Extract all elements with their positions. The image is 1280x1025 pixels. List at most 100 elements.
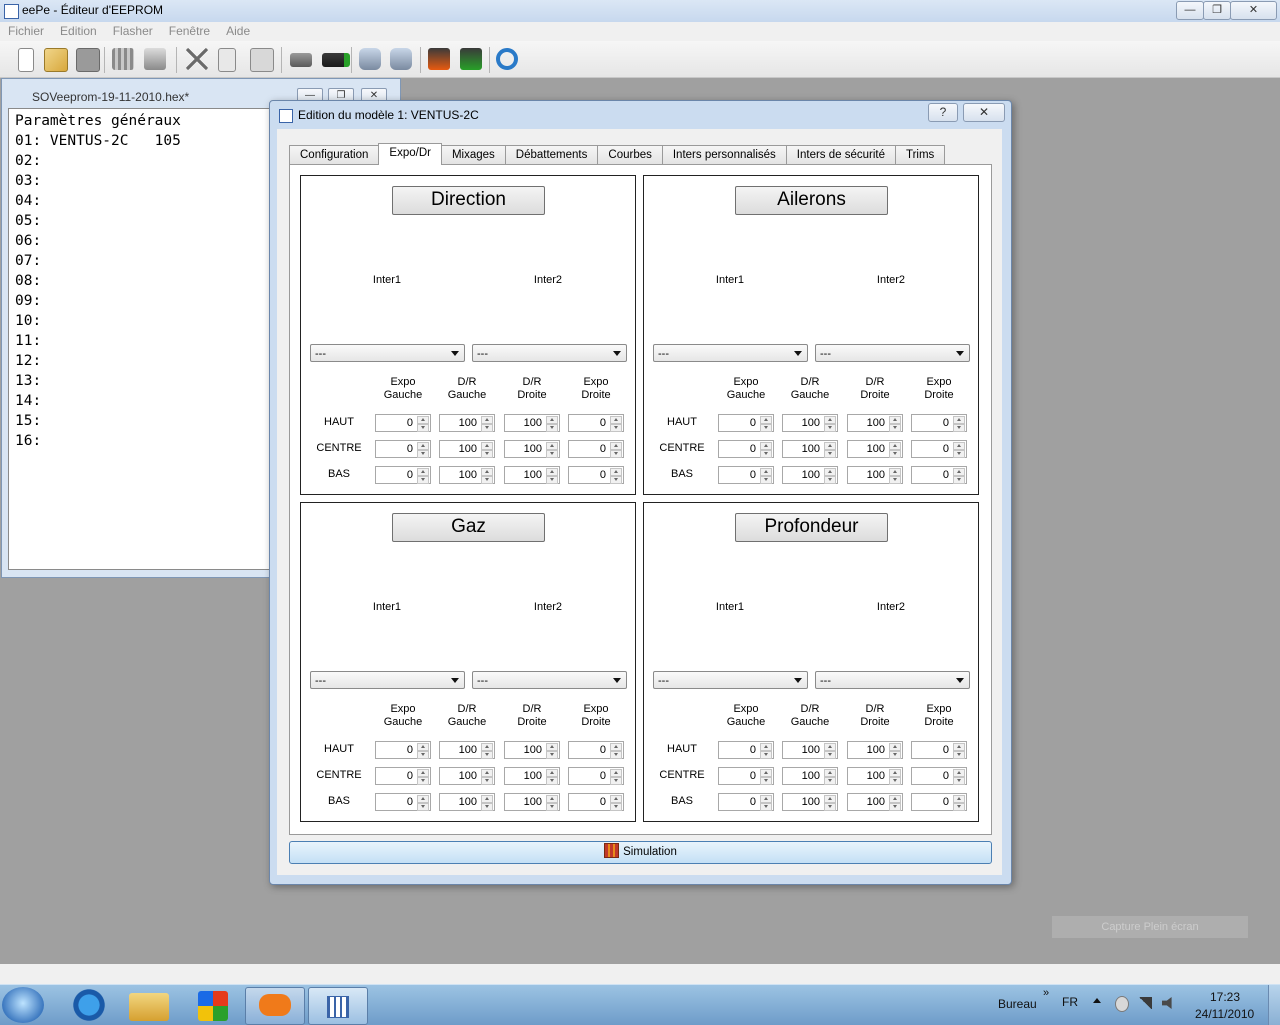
signal-icon[interactable]: [1138, 997, 1152, 1009]
value-spinbox[interactable]: 100: [439, 440, 495, 458]
spin-up-icon[interactable]: [953, 416, 965, 424]
spin-up-icon[interactable]: [889, 468, 901, 476]
cut-icon[interactable]: [186, 48, 208, 70]
value-spinbox[interactable]: 100: [439, 767, 495, 785]
inter2-combo[interactable]: ---: [815, 344, 970, 362]
network-tray-icon[interactable]: [1115, 996, 1129, 1012]
spin-up-icon[interactable]: [824, 743, 836, 751]
spin-down-icon[interactable]: [889, 803, 901, 811]
spin-up-icon[interactable]: [417, 468, 429, 476]
spin-down-icon[interactable]: [417, 450, 429, 458]
spin-down-icon[interactable]: [546, 803, 558, 811]
close-button[interactable]: ✕: [1230, 1, 1277, 20]
value-spinbox[interactable]: 0: [911, 767, 967, 785]
spin-down-icon[interactable]: [824, 777, 836, 785]
open-file-icon[interactable]: [44, 48, 68, 72]
value-spinbox[interactable]: 0: [911, 440, 967, 458]
spin-up-icon[interactable]: [481, 416, 493, 424]
spin-up-icon[interactable]: [953, 795, 965, 803]
spin-up-icon[interactable]: [546, 468, 558, 476]
value-spinbox[interactable]: 0: [718, 466, 774, 484]
spin-up-icon[interactable]: [760, 468, 772, 476]
spin-up-icon[interactable]: [417, 416, 429, 424]
spin-down-icon[interactable]: [481, 476, 493, 484]
value-spinbox[interactable]: 0: [375, 793, 431, 811]
spin-down-icon[interactable]: [953, 803, 965, 811]
internet-explorer-icon[interactable]: [60, 987, 118, 1023]
spin-up-icon[interactable]: [889, 743, 901, 751]
spin-down-icon[interactable]: [824, 450, 836, 458]
spin-up-icon[interactable]: [760, 743, 772, 751]
spin-up-icon[interactable]: [417, 795, 429, 803]
value-spinbox[interactable]: 0: [568, 466, 624, 484]
value-spinbox[interactable]: 100: [782, 767, 838, 785]
value-spinbox[interactable]: 100: [439, 414, 495, 432]
spin-down-icon[interactable]: [546, 777, 558, 785]
value-spinbox[interactable]: 100: [847, 767, 903, 785]
maximize-button[interactable]: ❐: [1203, 1, 1231, 20]
value-spinbox[interactable]: 0: [911, 793, 967, 811]
spin-up-icon[interactable]: [546, 769, 558, 777]
show-hidden-icons-icon[interactable]: [1093, 998, 1101, 1003]
spin-up-icon[interactable]: [824, 795, 836, 803]
spin-up-icon[interactable]: [481, 743, 493, 751]
spin-up-icon[interactable]: [610, 795, 622, 803]
language-indicator[interactable]: FR: [1062, 995, 1078, 1009]
inter2-combo[interactable]: ---: [472, 671, 627, 689]
inter2-combo[interactable]: ---: [815, 671, 970, 689]
value-spinbox[interactable]: 100: [847, 793, 903, 811]
spin-up-icon[interactable]: [610, 468, 622, 476]
tab-mixages[interactable]: Mixages: [440, 145, 506, 165]
spin-down-icon[interactable]: [546, 476, 558, 484]
spin-down-icon[interactable]: [546, 450, 558, 458]
ailerons-button[interactable]: Ailerons: [735, 186, 888, 215]
toolbar-chevron-icon[interactable]: »: [1043, 987, 1049, 999]
value-spinbox[interactable]: 100: [504, 440, 560, 458]
preferences-icon[interactable]: [112, 48, 134, 70]
copy-icon[interactable]: [218, 48, 236, 72]
tab-expo-dr[interactable]: Expo/Dr: [378, 143, 442, 165]
value-spinbox[interactable]: 100: [847, 741, 903, 759]
spin-up-icon[interactable]: [760, 442, 772, 450]
write-flash-icon[interactable]: [390, 48, 412, 70]
spin-up-icon[interactable]: [953, 468, 965, 476]
spin-up-icon[interactable]: [760, 795, 772, 803]
simulation-button[interactable]: Simulation: [289, 841, 992, 864]
menu-flasher[interactable]: Flasher: [105, 22, 161, 40]
value-spinbox[interactable]: 0: [375, 440, 431, 458]
value-spinbox[interactable]: 100: [782, 440, 838, 458]
start-orb[interactable]: [2, 987, 44, 1023]
spin-down-icon[interactable]: [889, 476, 901, 484]
value-spinbox[interactable]: 0: [911, 741, 967, 759]
spin-down-icon[interactable]: [546, 424, 558, 432]
spin-down-icon[interactable]: [760, 751, 772, 759]
menu-fenetre[interactable]: Fenêtre: [161, 22, 218, 40]
value-spinbox[interactable]: 100: [504, 414, 560, 432]
spin-up-icon[interactable]: [889, 442, 901, 450]
menu-aide[interactable]: Aide: [218, 22, 258, 40]
value-spinbox[interactable]: 0: [568, 793, 624, 811]
spin-up-icon[interactable]: [546, 795, 558, 803]
spin-up-icon[interactable]: [824, 769, 836, 777]
spin-down-icon[interactable]: [953, 476, 965, 484]
burn-icon[interactable]: [428, 48, 450, 70]
tab-inters-personnalis-s[interactable]: Inters personnalisés: [661, 145, 787, 165]
gaz-button[interactable]: Gaz: [392, 513, 545, 542]
spin-down-icon[interactable]: [953, 424, 965, 432]
spin-up-icon[interactable]: [546, 743, 558, 751]
spin-down-icon[interactable]: [760, 803, 772, 811]
value-spinbox[interactable]: 100: [782, 741, 838, 759]
paste-icon[interactable]: [250, 48, 274, 72]
inter1-combo[interactable]: ---: [310, 671, 465, 689]
spin-down-icon[interactable]: [953, 777, 965, 785]
spin-up-icon[interactable]: [417, 442, 429, 450]
spin-up-icon[interactable]: [889, 795, 901, 803]
spin-up-icon[interactable]: [889, 416, 901, 424]
value-spinbox[interactable]: 0: [718, 741, 774, 759]
value-spinbox[interactable]: 100: [504, 767, 560, 785]
value-spinbox[interactable]: 100: [782, 793, 838, 811]
value-spinbox[interactable]: 0: [568, 414, 624, 432]
value-spinbox[interactable]: 0: [568, 741, 624, 759]
spin-down-icon[interactable]: [417, 751, 429, 759]
menu-fichier[interactable]: Fichier: [0, 22, 52, 40]
